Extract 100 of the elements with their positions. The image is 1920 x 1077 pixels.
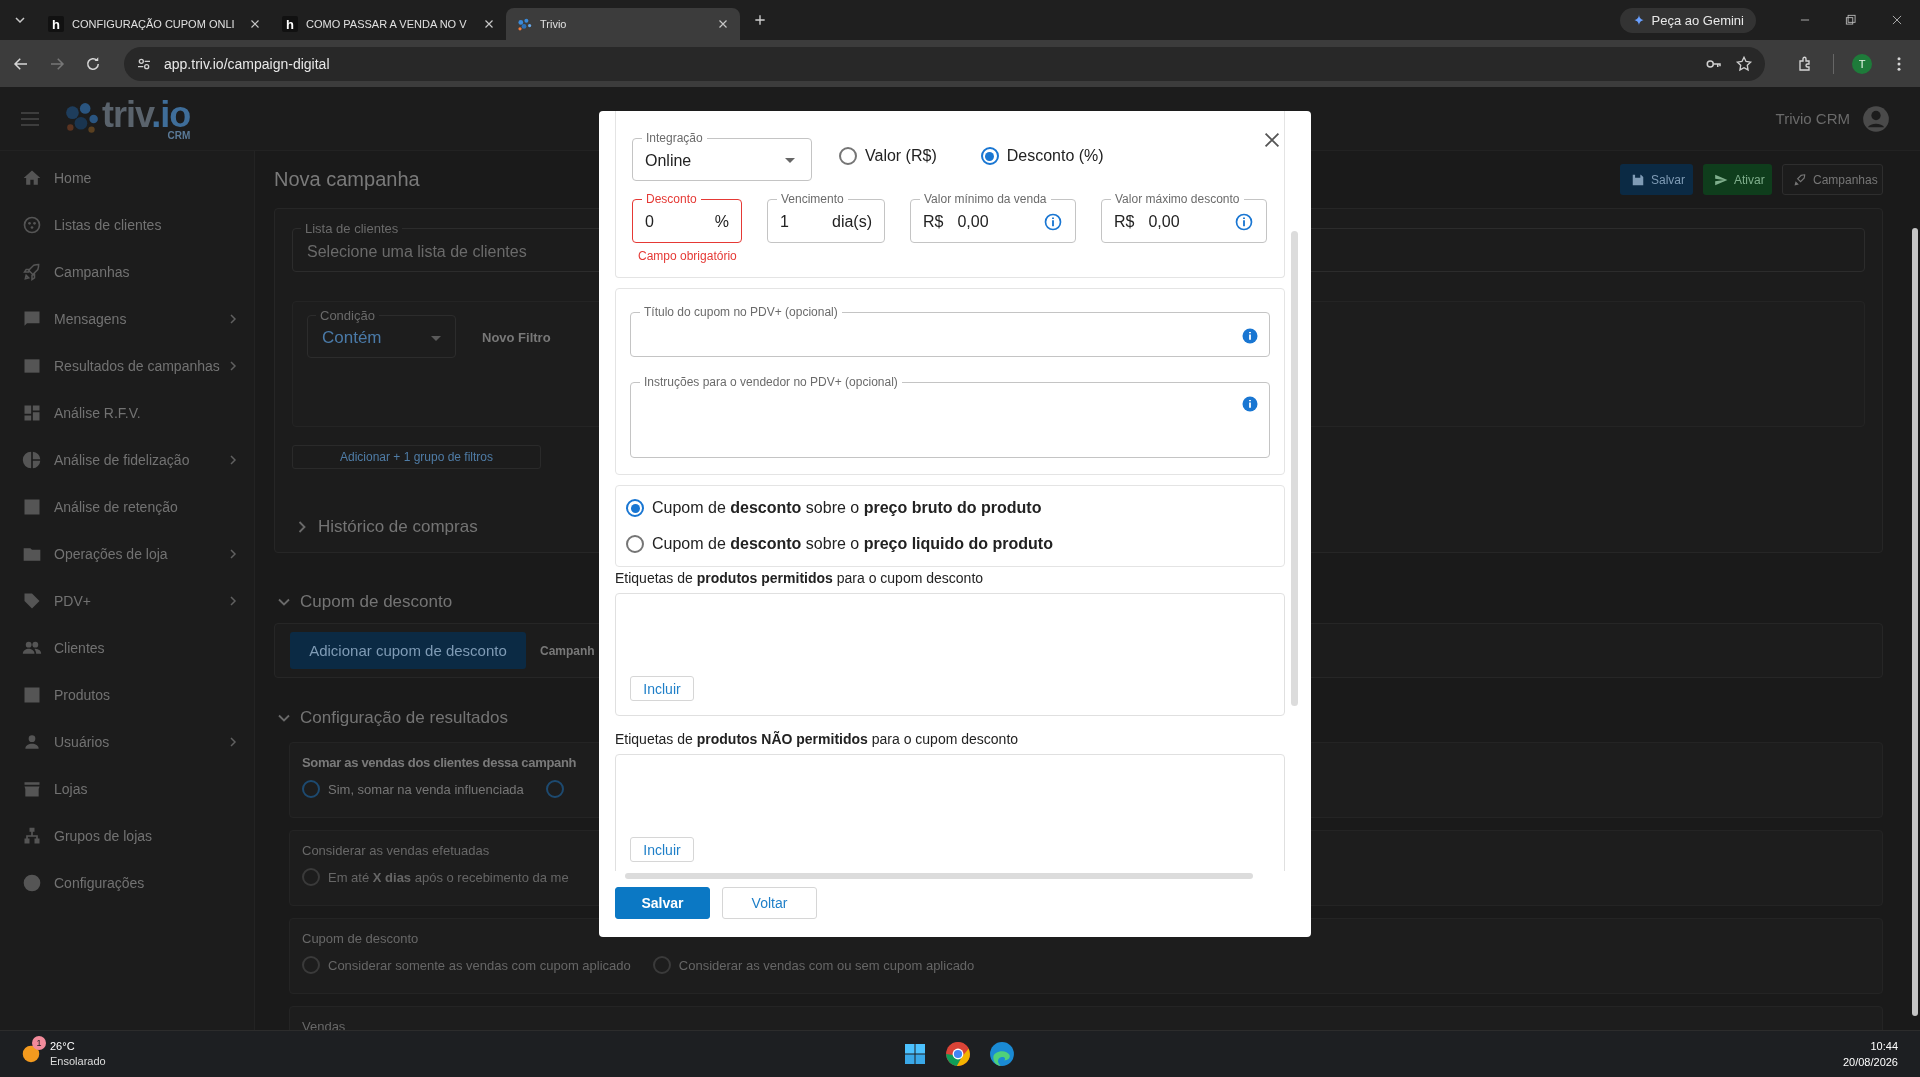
input-field[interactable]: Título do cupom no PDV+ (opcional) [630, 305, 1270, 357]
include-button[interactable]: Incluir [630, 676, 694, 701]
header-button[interactable]: Ativar [1703, 164, 1772, 195]
field-label: Instruções para o vendedor no PDV+ (opcional) [643, 375, 899, 389]
option-label: Considerar as vendas com ou sem cupom aplicado [678, 957, 975, 973]
field-label: Lista de clientes [304, 221, 400, 236]
tab-title: Trivio [540, 18, 568, 30]
temperature: 26°C [50, 1039, 76, 1054]
info-icon[interactable] [1241, 395, 1259, 413]
sidebar-item[interactable]: Clientes [0, 624, 254, 671]
sidebar-item[interactable]: Lojas [0, 765, 254, 812]
tab-label[interactable]: Novo Filtro [482, 330, 551, 345]
send-icon [1714, 172, 1728, 187]
pie-chart-icon [22, 449, 42, 470]
close-icon[interactable] [1890, 13, 1904, 27]
radio-button[interactable] [839, 147, 857, 165]
header-button[interactable]: Campanhas [1782, 164, 1883, 195]
input-field[interactable]: Desconto 0 % [632, 192, 742, 243]
sidebar-item[interactable]: Grupos de lojas [0, 812, 254, 859]
browser-tab[interactable]: h COMO PASSAR A VENDA NO V [272, 8, 506, 40]
text-area[interactable]: Instruções para o vendedor no PDV+ (opcional) [630, 375, 1270, 458]
logo-subtitle: CRM [167, 130, 191, 141]
info-icon[interactable] [1234, 212, 1254, 232]
field-label: Desconto [645, 192, 698, 206]
gemini-button[interactable]: Peça ao Gemini [1619, 7, 1756, 33]
group-title: Considerar as vendas efetuadas [302, 843, 490, 858]
info-icon[interactable] [1043, 212, 1063, 232]
address-bar[interactable]: app.triv.io/campaign-digital [124, 46, 1765, 81]
browser-tab[interactable]: h CONFIGURAÇÃO CUPOM ONLI [38, 8, 272, 40]
rocket-icon [1793, 172, 1807, 187]
field-label: Vencimento [780, 192, 845, 206]
input-field[interactable]: Valor mínimo da venda R$ 0,00 [910, 192, 1076, 243]
start-icon[interactable] [903, 1042, 927, 1066]
header-button[interactable]: Salvar [1620, 164, 1693, 195]
url-text: app.triv.io/campaign-digital [164, 55, 330, 72]
sidebar-item[interactable]: Análise de retenção [0, 483, 254, 530]
sidebar-item[interactable]: Análise de fidelização [0, 436, 254, 483]
browser-tab[interactable]: Trivio [506, 8, 740, 40]
include-button[interactable]: Incluir [630, 837, 694, 862]
sidebar-item[interactable]: Análise R.F.V. [0, 389, 254, 436]
sidebar-item[interactable]: Resultados de campanhas [0, 342, 254, 389]
save-button[interactable]: Salvar [615, 887, 710, 919]
hierarchy-icon [22, 825, 42, 846]
circle-dots-icon [22, 214, 42, 235]
sidebar-item[interactable]: Campanhas [0, 248, 254, 295]
option-label: Cupom de desconto sobre o preço bruto do produto [652, 499, 1042, 517]
logo-icon [516, 16, 532, 32]
scrollbar[interactable] [1291, 231, 1298, 706]
restore-icon[interactable] [1844, 13, 1858, 27]
clock-time: 10:44 [1870, 1039, 1898, 1054]
caret-icon [785, 158, 795, 163]
option-label: Desconto (%) [1006, 147, 1104, 165]
option-label: Em até X dias após o recebimento da me [328, 869, 569, 885]
option-label: Cupom de desconto sobre o preço liquido do produto [652, 535, 1053, 553]
tab-label[interactable]: Campanh [540, 643, 595, 658]
scrollbar[interactable] [1912, 228, 1918, 1016]
clock-date: 20/08/2026 [1842, 1055, 1898, 1070]
info-icon[interactable] [1241, 326, 1259, 345]
logo-icon [64, 101, 100, 136]
radio-button[interactable] [626, 535, 644, 553]
input-field[interactable]: Vencimento 1 dia(s) [767, 192, 885, 243]
sidebar-item[interactable]: Produtos [0, 671, 254, 718]
favicon: h [48, 16, 64, 32]
edge-icon[interactable] [989, 1041, 1015, 1067]
field-label: Condição [319, 308, 376, 323]
sidebar-item[interactable]: Usuários [0, 718, 254, 765]
option-label: Valor (R$) [865, 147, 937, 165]
add-group-button[interactable]: Adicionar + 1 grupo de filtros [292, 445, 541, 469]
sidebar-item[interactable]: Operações de loja [0, 530, 254, 577]
section-title[interactable]: Configuração de resultados [300, 708, 508, 728]
sidebar-item[interactable]: PDV+ [0, 577, 254, 624]
profile-avatar[interactable]: T [1852, 53, 1872, 74]
new-tab-icon[interactable] [752, 12, 768, 28]
section-label: Etiquetas de produtos NÃO permitidos para o cupom desconto [615, 730, 1020, 748]
radio-button[interactable] [626, 499, 644, 517]
radio-button[interactable] [545, 780, 564, 798]
sidebar-item[interactable]: Mensagens [0, 295, 254, 342]
error-message: Campo obrigatório [638, 249, 738, 263]
section-label: Etiquetas de produtos permitidos para o cupom desconto [615, 569, 985, 587]
caret-icon [431, 335, 441, 341]
chrome-icon[interactable] [945, 1041, 971, 1067]
scrollbar[interactable] [625, 873, 1253, 879]
integration-select[interactable]: Integração Online [632, 131, 812, 181]
section-title[interactable]: Cupom de desconto [300, 592, 453, 612]
back-button[interactable]: Voltar [722, 887, 817, 919]
field-label: Valor mínimo da venda [923, 192, 1048, 206]
radio-button[interactable] [980, 147, 999, 165]
sidebar-item[interactable]: Configurações [0, 859, 254, 906]
sidebar-item[interactable]: Home [0, 154, 254, 201]
add-coupon-button[interactable]: Adicionar cupom de desconto [290, 632, 526, 669]
field-label: Integração [645, 131, 704, 145]
tab-title: COMO PASSAR A VENDA NO V [306, 18, 468, 30]
input-field[interactable]: Valor máximo desconto R$ 0,00 [1101, 192, 1267, 243]
section-title[interactable]: Histórico de compras [318, 517, 478, 537]
select-field[interactable]: Condição Contém [307, 308, 456, 358]
star-icon[interactable] [1735, 54, 1753, 73]
sidebar-item[interactable]: Listas de clientes [0, 201, 254, 248]
radio-button[interactable] [302, 780, 320, 798]
group-title: Cupom de desconto [302, 931, 419, 946]
option-label: Sim, somar na venda influenciada [328, 781, 524, 797]
